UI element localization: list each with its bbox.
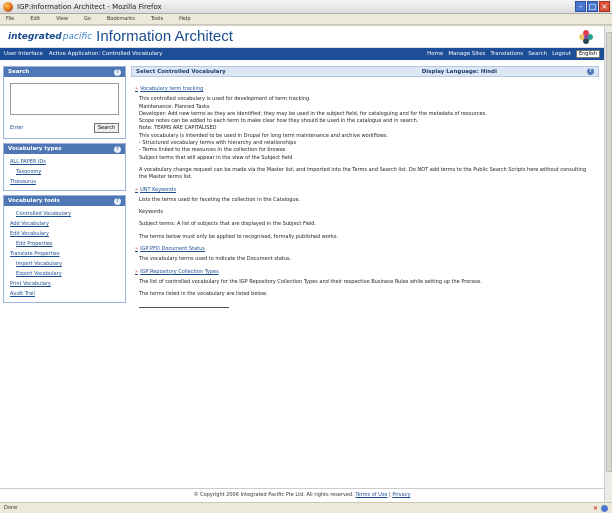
menu-file[interactable]: File bbox=[4, 16, 16, 22]
help-icon[interactable]: ? bbox=[587, 68, 594, 75]
logo-suffix[interactable]: pacific bbox=[63, 32, 92, 42]
sidebar-item-print-vocabulary[interactable]: Print Vocabulary bbox=[4, 279, 125, 289]
vocabulary-description: The list of controlled vocabulary for th… bbox=[135, 279, 595, 308]
globe-icon[interactable] bbox=[601, 504, 608, 512]
page-footer: © Copyright 2006 Integrated Pacific Pte … bbox=[0, 488, 604, 500]
divider bbox=[139, 306, 229, 308]
help-icon[interactable]: ? bbox=[114, 197, 121, 205]
brand-flower-icon bbox=[579, 30, 593, 44]
search-panel: Search ? Enter Search bbox=[3, 66, 126, 139]
browser-menubar: File Edit View Go Bookmarks Tools Help bbox=[0, 14, 612, 25]
privacy-link[interactable]: Privacy bbox=[392, 492, 410, 498]
logo-prefix[interactable]: integrated bbox=[8, 32, 62, 42]
sidebar-item-thesaurus[interactable]: Thesaurus bbox=[4, 177, 125, 187]
window-controls: – □ × bbox=[575, 1, 610, 12]
sidebar-item-audit-trail[interactable]: Audit Trail bbox=[4, 289, 125, 299]
status-text: Done bbox=[4, 505, 18, 511]
sidebar-item-import-vocabulary[interactable]: Import Vocabulary bbox=[4, 259, 125, 269]
nav-home[interactable]: Home bbox=[427, 51, 443, 57]
vocabulary-description: This controlled vocabulary is used for d… bbox=[139, 96, 587, 181]
vertical-scrollbar[interactable] bbox=[604, 26, 612, 502]
menu-view[interactable]: View bbox=[54, 16, 70, 22]
vocabulary-link[interactable]: » Vocabulary term tracking bbox=[135, 86, 595, 93]
sidebar-item-all-paper-ids[interactable]: ALL PAPER IDs bbox=[4, 157, 125, 167]
search-button[interactable]: Search bbox=[93, 123, 119, 133]
window-title: IGP:Information Architect - Mozilla Fire… bbox=[17, 2, 162, 11]
nav-translations[interactable]: Translations bbox=[490, 51, 523, 57]
vocabulary-list: » Vocabulary term tracking This controlle… bbox=[131, 77, 599, 312]
site-header: integrated pacific Information Architect bbox=[0, 26, 604, 48]
menu-bookmarks[interactable]: Bookmarks bbox=[105, 16, 137, 22]
web-page: integrated pacific Information Architect… bbox=[0, 26, 604, 502]
vocabulary-types-title: Vocabulary types bbox=[8, 146, 62, 152]
sidebar-item-translate-properties[interactable]: Translate Properties bbox=[4, 249, 125, 259]
vocabulary-description: Lists the terms used for faceting the co… bbox=[139, 196, 339, 240]
language-select[interactable]: English bbox=[575, 50, 600, 58]
nav-user-interface[interactable]: User Interface bbox=[4, 51, 43, 57]
vocabulary-link[interactable]: » IGP:Repository Collection Types bbox=[135, 269, 595, 276]
vocabulary-description: The vocabulary terms used to indicate th… bbox=[139, 256, 292, 263]
maximize-button[interactable]: □ bbox=[587, 1, 598, 12]
menu-help[interactable]: Help bbox=[177, 16, 192, 22]
page-title: Select Controlled Vocabulary bbox=[136, 68, 226, 75]
sidebar-item-export-vocabulary[interactable]: Export Vocabulary bbox=[4, 269, 125, 279]
nav-search[interactable]: Search bbox=[528, 51, 547, 57]
menu-go[interactable]: Go bbox=[82, 16, 93, 22]
help-icon[interactable]: ? bbox=[114, 68, 121, 76]
firefox-icon bbox=[3, 1, 13, 12]
nav-active-application: Active Application: Controlled Vocabular… bbox=[48, 51, 163, 57]
nav-manage-sites[interactable]: Manage Sites bbox=[448, 51, 485, 57]
vocabulary-link[interactable]: » UNT Keywords bbox=[135, 187, 595, 194]
close-button[interactable]: × bbox=[599, 1, 610, 12]
menu-edit[interactable]: Edit bbox=[28, 16, 42, 22]
search-input[interactable] bbox=[10, 83, 119, 115]
scrollbar-thumb[interactable] bbox=[606, 32, 612, 472]
terms-link[interactable]: Terms of Use bbox=[355, 492, 387, 498]
enter-label: Enter bbox=[10, 125, 24, 131]
display-language: Display Language: Hindi bbox=[421, 68, 497, 75]
sidebar-item-add-vocabulary[interactable]: Add Vocabulary bbox=[4, 219, 125, 229]
blocked-icon[interactable]: ✕ bbox=[593, 505, 598, 512]
sidebar-item-controlled-vocabulary[interactable]: Controlled Vocabulary bbox=[4, 209, 125, 219]
sidebar-item-edit-properties[interactable]: Edit Properties bbox=[4, 239, 125, 249]
top-navigation: User Interface Active Application: Contr… bbox=[0, 48, 604, 60]
help-icon[interactable]: ? bbox=[114, 145, 121, 153]
vocabulary-types-panel: Vocabulary types ? ALL PAPER IDs Taxonom… bbox=[3, 143, 126, 191]
vocabulary-link[interactable]: » IGP:PFD Document Status bbox=[135, 246, 595, 253]
sidebar-item-edit-vocabulary[interactable]: Edit Vocabulary bbox=[4, 229, 125, 239]
window-titlebar: IGP:Information Architect - Mozilla Fire… bbox=[0, 0, 612, 14]
sidebar: Search ? Enter Search Vocabulary types ?… bbox=[3, 66, 126, 307]
vocabulary-tools-panel: Vocabulary tools ? Controlled Vocabulary… bbox=[3, 195, 126, 303]
nav-logout[interactable]: Logout bbox=[552, 51, 571, 57]
main-header: Select Controlled Vocabulary Display Lan… bbox=[131, 66, 599, 77]
search-panel-title: Search bbox=[8, 69, 30, 75]
menu-tools[interactable]: Tools bbox=[149, 16, 165, 22]
app-title: Information Architect bbox=[96, 28, 233, 45]
sidebar-item-taxonomy[interactable]: Taxonomy bbox=[4, 167, 125, 177]
vocabulary-tools-title: Vocabulary tools bbox=[8, 198, 60, 204]
copyright-text: © Copyright 2006 Integrated Pacific Pte … bbox=[193, 492, 354, 498]
minimize-button[interactable]: – bbox=[575, 1, 586, 12]
status-bar: Done ✕ bbox=[0, 502, 612, 513]
main-content: Select Controlled Vocabulary Display Lan… bbox=[131, 66, 599, 312]
